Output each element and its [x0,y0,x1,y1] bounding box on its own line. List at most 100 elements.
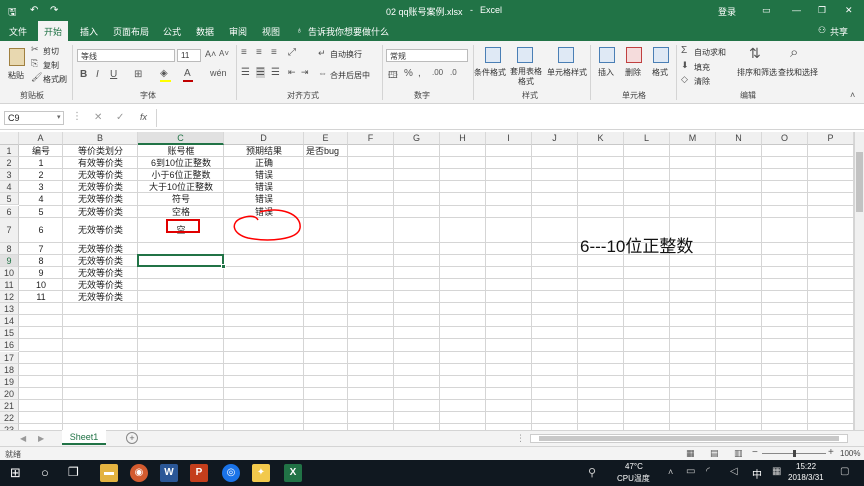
row-header[interactable]: 22 [0,412,19,425]
scroll-thumb[interactable] [856,152,863,212]
minimize-icon[interactable]: — [792,5,801,15]
font-size-select[interactable]: 11 [177,49,201,62]
network-icon[interactable]: ▭ [686,466,695,477]
tab-page-layout[interactable]: 页面布局 [113,25,149,38]
cell-C1[interactable]: 账号框 [138,145,224,157]
wifi-icon[interactable]: ◜ [706,466,710,477]
cell-C5[interactable]: 符号 [138,193,224,205]
format-cells-button[interactable]: 格式 [652,67,668,78]
insert-cells-button[interactable]: 插入 [598,67,614,78]
comma-icon[interactable]: , [418,68,421,79]
tray-chevron-icon[interactable]: ˄ [668,467,673,477]
insert-function-button[interactable]: fx [140,112,147,122]
cell-A4[interactable]: 3 [19,181,63,193]
underline-button[interactable]: U [110,69,117,80]
browser-icon[interactable]: ◎ [222,464,240,482]
number-format-select[interactable]: 常规 [386,49,468,62]
undo-icon[interactable]: ↶ [30,5,38,16]
vertical-scrollbar[interactable] [854,132,864,432]
column-header[interactable]: E [304,132,348,145]
column-header[interactable]: D [224,132,304,145]
tab-view[interactable]: 视图 [262,25,280,38]
task-view-icon[interactable]: ❐ [68,465,79,479]
column-header[interactable]: I [486,132,532,145]
copy-button[interactable]: 复制 [43,60,59,71]
delete-cells-button[interactable]: 删除 [625,67,641,78]
cancel-icon[interactable]: ✕ [94,112,102,123]
cell-A3[interactable]: 2 [19,169,63,181]
cell-C4[interactable]: 大于10位正整数 [138,181,224,193]
column-header[interactable]: N [716,132,762,145]
row-header[interactable]: 16 [0,339,19,352]
select-all-corner[interactable] [0,132,19,145]
fill-color-icon[interactable]: ◈ [160,68,168,79]
font-name-select[interactable]: 等线 [77,49,175,62]
clock-date[interactable]: 2018/3/31 [788,473,824,482]
enter-icon[interactable]: ✓ [116,112,124,123]
fill-handle[interactable] [221,263,226,269]
cell-B8[interactable]: 无效等价类 [63,243,138,255]
zoom-slider-thumb[interactable] [793,450,796,457]
search-icon[interactable]: ○ [41,465,49,480]
cell-C3[interactable]: 小于6位正整数 [138,169,224,181]
cell-D5[interactable]: 错误 [224,193,304,205]
ribbon-options-icon[interactable]: ▭ [762,5,771,16]
row-header[interactable]: 6 [0,205,19,218]
cell-A11[interactable]: 10 [19,279,63,291]
italic-button[interactable]: I [96,69,99,80]
row-header[interactable]: 19 [0,375,19,388]
column-header[interactable]: J [532,132,578,145]
cell-C2[interactable]: 6到10位正整数 [138,157,224,169]
row-header[interactable]: 3 [0,169,19,182]
share-button[interactable]: 共享 [830,25,848,38]
autosum-button[interactable]: 自动求和 [694,47,726,58]
column-header[interactable]: O [762,132,808,145]
hscroll-thumb[interactable] [539,436,839,441]
row-header[interactable]: 15 [0,327,19,340]
cell-B3[interactable]: 无效等价类 [63,169,138,181]
align-bottom-icon[interactable]: ≡ [271,47,277,58]
new-sheet-button[interactable]: + [126,432,138,444]
cell-E1[interactable]: 是否bug [304,145,348,157]
people-icon[interactable]: ⚲ [588,466,596,479]
tab-formulas[interactable]: 公式 [163,25,181,38]
row-header[interactable]: 4 [0,181,19,194]
windows-start-icon[interactable]: ⊞ [10,465,21,481]
restore-icon[interactable]: ❐ [818,5,826,16]
font-color-icon[interactable]: A [184,68,191,79]
bold-button[interactable]: B [80,69,87,80]
cell-B6[interactable]: 无效等价类 [63,206,138,218]
cell-A7[interactable]: 6 [19,218,63,243]
cell-A6[interactable]: 5 [19,206,63,218]
currency-icon[interactable]: 🖽 [388,68,398,84]
orientation-icon[interactable]: ⤢ [288,47,296,58]
paste-button[interactable]: 粘贴 [8,70,24,81]
zoom-out-icon[interactable]: − [752,447,758,458]
row-header[interactable]: 17 [0,351,19,364]
selected-cell[interactable] [137,253,224,267]
row-header[interactable]: 7 [0,217,19,243]
column-header[interactable]: M [670,132,716,145]
row-header[interactable]: 21 [0,399,19,412]
cell-B9[interactable]: 无效等价类 [63,255,138,267]
conditional-format-button[interactable]: 条件格式 [474,67,506,78]
zoom-in-icon[interactable]: + [828,447,834,458]
cut-button[interactable]: 剪切 [43,46,59,57]
chrome-icon[interactable]: ◉ [130,464,148,482]
cell-C6[interactable]: 空格 [138,206,224,218]
borders-icon[interactable]: ⊞ [134,69,142,80]
increase-indent-icon[interactable]: ⇥ [301,67,309,78]
powerpoint-icon[interactable]: P [190,464,208,482]
cell-A5[interactable]: 4 [19,193,63,205]
increase-decimal-icon[interactable]: .00 [432,68,443,77]
next-sheet-icon[interactable]: ▶ [38,434,44,443]
align-right-icon[interactable]: ☰ [271,67,280,78]
column-header[interactable]: B [63,132,138,145]
cell-B2[interactable]: 有效等价类 [63,157,138,169]
align-left-icon[interactable]: ☰ [241,67,250,78]
cell-A12[interactable]: 11 [19,291,63,303]
column-header[interactable]: H [440,132,486,145]
cell-A2[interactable]: 1 [19,157,63,169]
keyboard-icon[interactable]: ▦ [772,466,781,477]
split-handle-icon[interactable]: ⋮ [516,433,525,444]
